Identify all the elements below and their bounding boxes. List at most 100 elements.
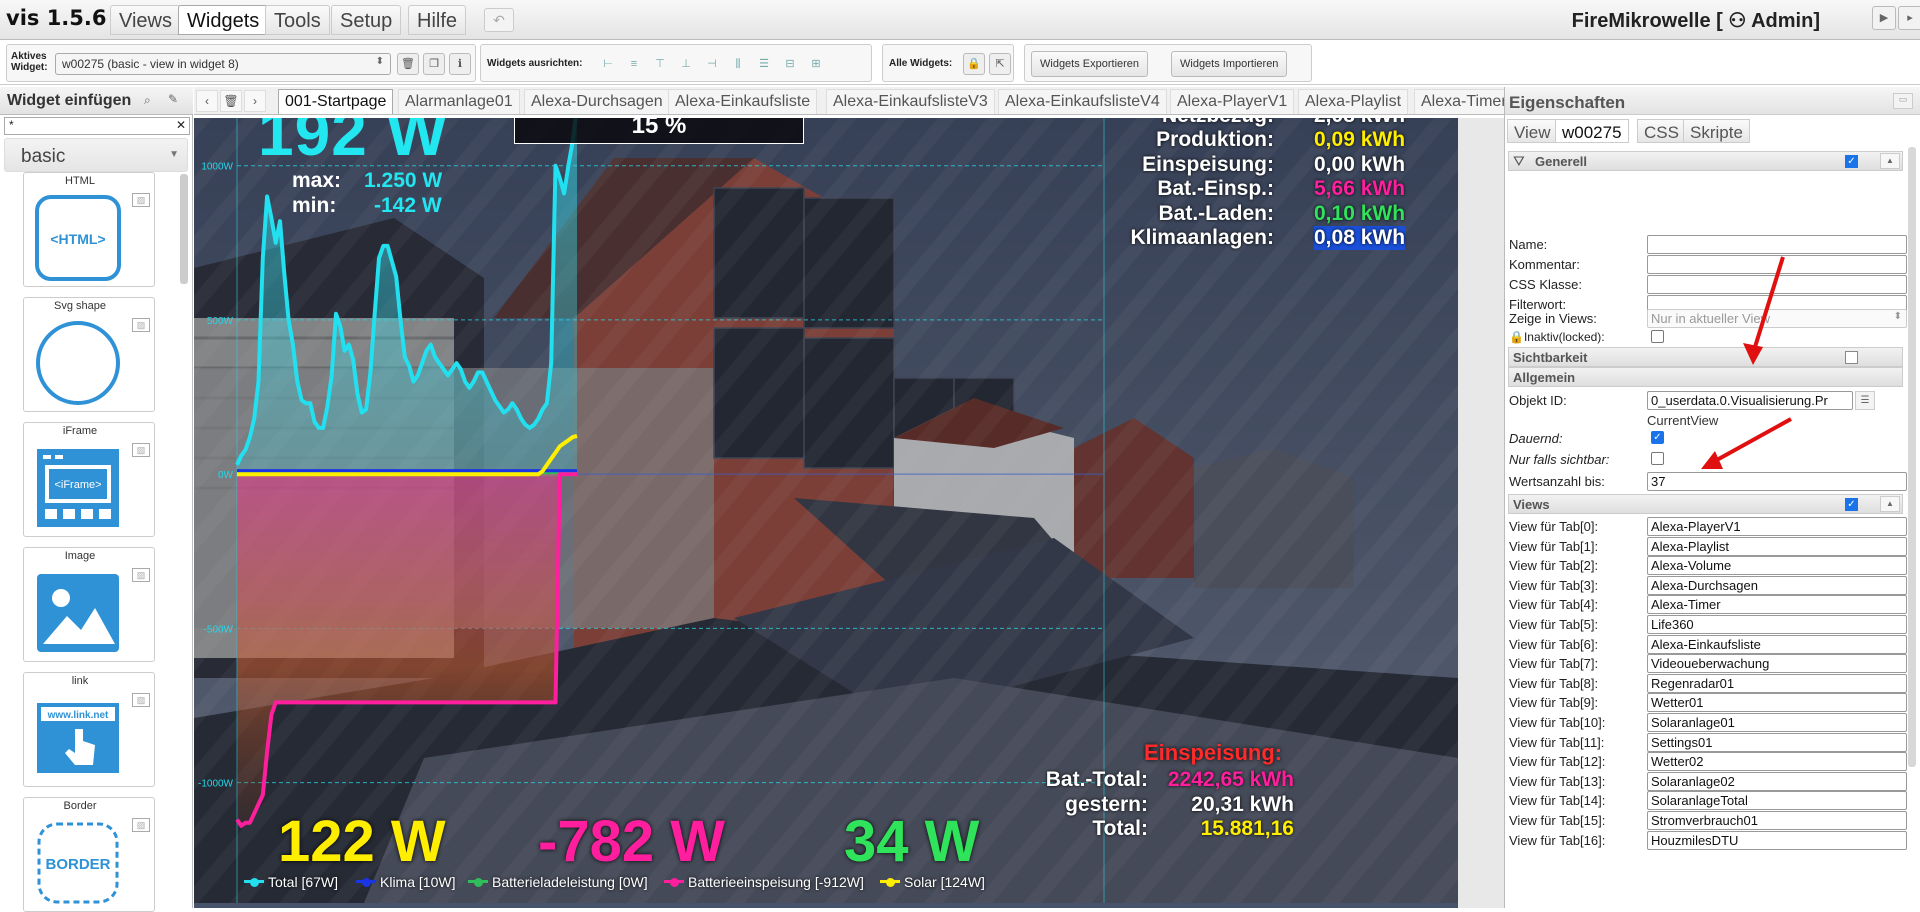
view-tab-alexa-einkaufslistev4[interactable]: Alexa-EinkaufslisteV4 [998, 89, 1167, 114]
section-views[interactable]: Views ✓ ▲ [1508, 494, 1903, 514]
nav-next-icon[interactable]: › [244, 90, 266, 112]
view-tab-field-input[interactable]: Alexa-Einkaufsliste [1647, 634, 1907, 654]
image-icon: ▨ [132, 193, 150, 207]
trash-icon[interactable]: 🗑 [220, 90, 242, 112]
inaktiv-checkbox[interactable] [1651, 330, 1664, 343]
clear-filter-icon[interactable]: ✕ [176, 118, 186, 132]
widget-card-html[interactable]: HTML ▨ <HTML> [23, 172, 155, 287]
search-icon[interactable]: ⌕ [144, 93, 151, 108]
align-bottom-icon[interactable]: ⊥ [677, 55, 695, 73]
copy-icon[interactable]: ❐ [423, 53, 445, 75]
align-left-icon[interactable]: ⊢ [599, 55, 617, 73]
widget-card-border[interactable]: Border ▨ BORDER [23, 797, 155, 912]
view-tab-field-input[interactable]: Solaranlage02 [1647, 771, 1907, 791]
iframe-icon: <iFrame> [37, 449, 119, 527]
prop-tab-css[interactable]: CSS [1637, 119, 1686, 143]
widget-card-svg-shape[interactable]: Svg shape ▨ [23, 297, 155, 412]
view-tab-field-label: View für Tab[16]: [1509, 832, 1606, 848]
view-tab-field-input[interactable]: Wetter01 [1647, 693, 1907, 713]
info-icon[interactable]: ℹ [449, 53, 471, 75]
view-tab-field-input[interactable]: Alexa-Playlist [1647, 536, 1907, 556]
view-tab-alexa-playerv1[interactable]: Alexa-PlayerV1 [1170, 89, 1295, 114]
view-tab-field-input[interactable]: HouzmilesDTU [1647, 830, 1907, 850]
menu-tab-tools[interactable]: Tools [265, 5, 330, 35]
widget-card-iframe[interactable]: iFrame ▨ <iFrame> [23, 422, 155, 537]
distribute-h-icon[interactable]: ⫼ [729, 55, 747, 73]
section-generell[interactable]: ⛛ Generell ✓ ▲ [1508, 151, 1903, 171]
view-tab-alexa-einkaufsliste[interactable]: Alexa-Einkaufsliste [668, 89, 818, 114]
lock-icon[interactable]: 🔒 [963, 53, 985, 75]
min-label: min: [292, 194, 337, 217]
view-tab-field-input[interactable]: SolaranlageTotal [1647, 791, 1907, 811]
view-tab-field-input[interactable]: Alexa-Durchsagen [1647, 575, 1907, 595]
menu-tab-hilfe[interactable]: Hilfe [408, 5, 467, 35]
nav-prev-icon[interactable]: ‹ [196, 90, 218, 112]
view-tab-field-input[interactable]: Wetter02 [1647, 752, 1907, 772]
view-tab-alarmanlage01[interactable]: Alarmanlage01 [398, 89, 520, 114]
prop-tab-skripte[interactable]: Skripte [1683, 119, 1750, 143]
same-height-icon[interactable]: ⊞ [807, 55, 825, 73]
minimize-icon[interactable]: ▭ [1893, 93, 1913, 109]
expand-icon[interactable]: ▸ [1898, 6, 1920, 30]
view-tab-alexa-timer[interactable]: Alexa-Timer [1414, 89, 1504, 114]
pin-icon[interactable]: ✎ [168, 92, 178, 106]
view-tab-001-startpage[interactable]: 001-Startpage [278, 89, 394, 114]
menu-bar: vis 1.5.6 Views Widgets Tools Setup Hilf… [0, 0, 1920, 40]
delete-icon[interactable]: 🗑 [397, 53, 419, 75]
palette-category-select[interactable]: basic ▼ [4, 138, 188, 172]
stat-row: Bat.-Einsp.: 5,66 kWh [874, 177, 1454, 201]
view-tab-field-input[interactable]: Alexa-PlayerV1 [1647, 517, 1907, 536]
palette-scrollbar[interactable] [180, 174, 188, 284]
section-sichtbarkeit-checkbox[interactable] [1845, 351, 1858, 364]
stat-row: Netzbezug: 2,08 kWh [874, 118, 1454, 128]
widget-card-title: Image [64, 550, 96, 562]
section-generell-checkbox[interactable]: ✓ [1845, 155, 1858, 168]
menu-tab-views[interactable]: Views [110, 5, 181, 35]
collapse-icon[interactable]: ▲ [1880, 496, 1900, 512]
undo-button[interactable]: ↶ [484, 8, 514, 32]
align-middle-icon[interactable]: ⊣ [703, 55, 721, 73]
nur-sichtbar-checkbox[interactable] [1651, 452, 1664, 465]
view-tab-field-input[interactable]: Settings01 [1647, 732, 1907, 752]
collapse-icon[interactable]: ▲ [1880, 153, 1900, 169]
align-top-icon[interactable]: ⊤ [651, 55, 669, 73]
menu-tab-widgets[interactable]: Widgets [178, 5, 269, 35]
widget-card-title: HTML [65, 175, 95, 187]
dauernd-checkbox[interactable]: ✓ [1651, 431, 1664, 444]
import-widgets-button[interactable]: Widgets Importieren [1171, 51, 1288, 77]
view-tab-field-input[interactable]: Videoueberwachung [1647, 654, 1907, 674]
menu-tab-setup[interactable]: Setup [331, 5, 402, 35]
widget-card-image[interactable]: Image ▨ [23, 547, 155, 662]
view-tab-alexa-playlist[interactable]: Alexa-Playlist [1298, 89, 1409, 114]
active-widget-select[interactable]: w00275 (basic - view in widget 8) ⬍ [55, 53, 391, 75]
run-icon[interactable]: ▶ [1872, 6, 1896, 30]
view-tab-field-input[interactable]: Stromverbrauch01 [1647, 811, 1907, 830]
view-tab-field-input[interactable]: Life360 [1647, 615, 1907, 634]
export-widgets-button[interactable]: Widgets Exportieren [1031, 51, 1149, 77]
border-icon-text: BORDER [45, 856, 110, 873]
align-center-h-icon[interactable]: ≡ [625, 55, 643, 73]
properties-scrollbar[interactable] [1908, 147, 1916, 767]
view-tab-field-input[interactable]: Alexa-Timer [1647, 595, 1907, 615]
list-icon[interactable]: ☰ [1855, 391, 1875, 410]
external-link-icon[interactable]: ⇱ [989, 53, 1011, 75]
view-canvas[interactable]: 1200W1000W500W0W-500W-1000W-1400W 15 % 1… [194, 118, 1504, 908]
section-allgemein[interactable]: Allgemein [1508, 367, 1903, 387]
view-tab-field-input[interactable]: Regenradar01 [1647, 673, 1907, 693]
palette-filter-input[interactable]: * ✕ [4, 117, 190, 135]
widget-card-title: Svg shape [54, 300, 106, 312]
prop-tab-widget[interactable]: w00275 [1555, 119, 1629, 143]
view-tab-field-input[interactable]: Solaranlage01 [1647, 713, 1907, 732]
generell-field-label: Kommentar: [1509, 257, 1580, 272]
section-views-checkbox[interactable]: ✓ [1845, 498, 1858, 511]
same-width-icon[interactable]: ⊟ [781, 55, 799, 73]
view-tab-field-input[interactable]: Alexa-Volume [1647, 556, 1907, 576]
widget-card-link[interactable]: link ▨ www.link.net [23, 672, 155, 787]
view-tab-alexa-durchsagen[interactable]: Alexa-Durchsagen [524, 89, 670, 114]
big-value-solar: 122 W [278, 809, 446, 874]
distribute-v-icon[interactable]: ☰ [755, 55, 773, 73]
section-sichtbarkeit[interactable]: Sichtbarkeit [1508, 347, 1903, 367]
stat-value: 2,08 kWh [1314, 118, 1405, 128]
view-tab-alexa-einkaufslistev3[interactable]: Alexa-EinkaufslisteV3 [826, 89, 995, 114]
prop-tab-view[interactable]: View [1507, 119, 1558, 143]
